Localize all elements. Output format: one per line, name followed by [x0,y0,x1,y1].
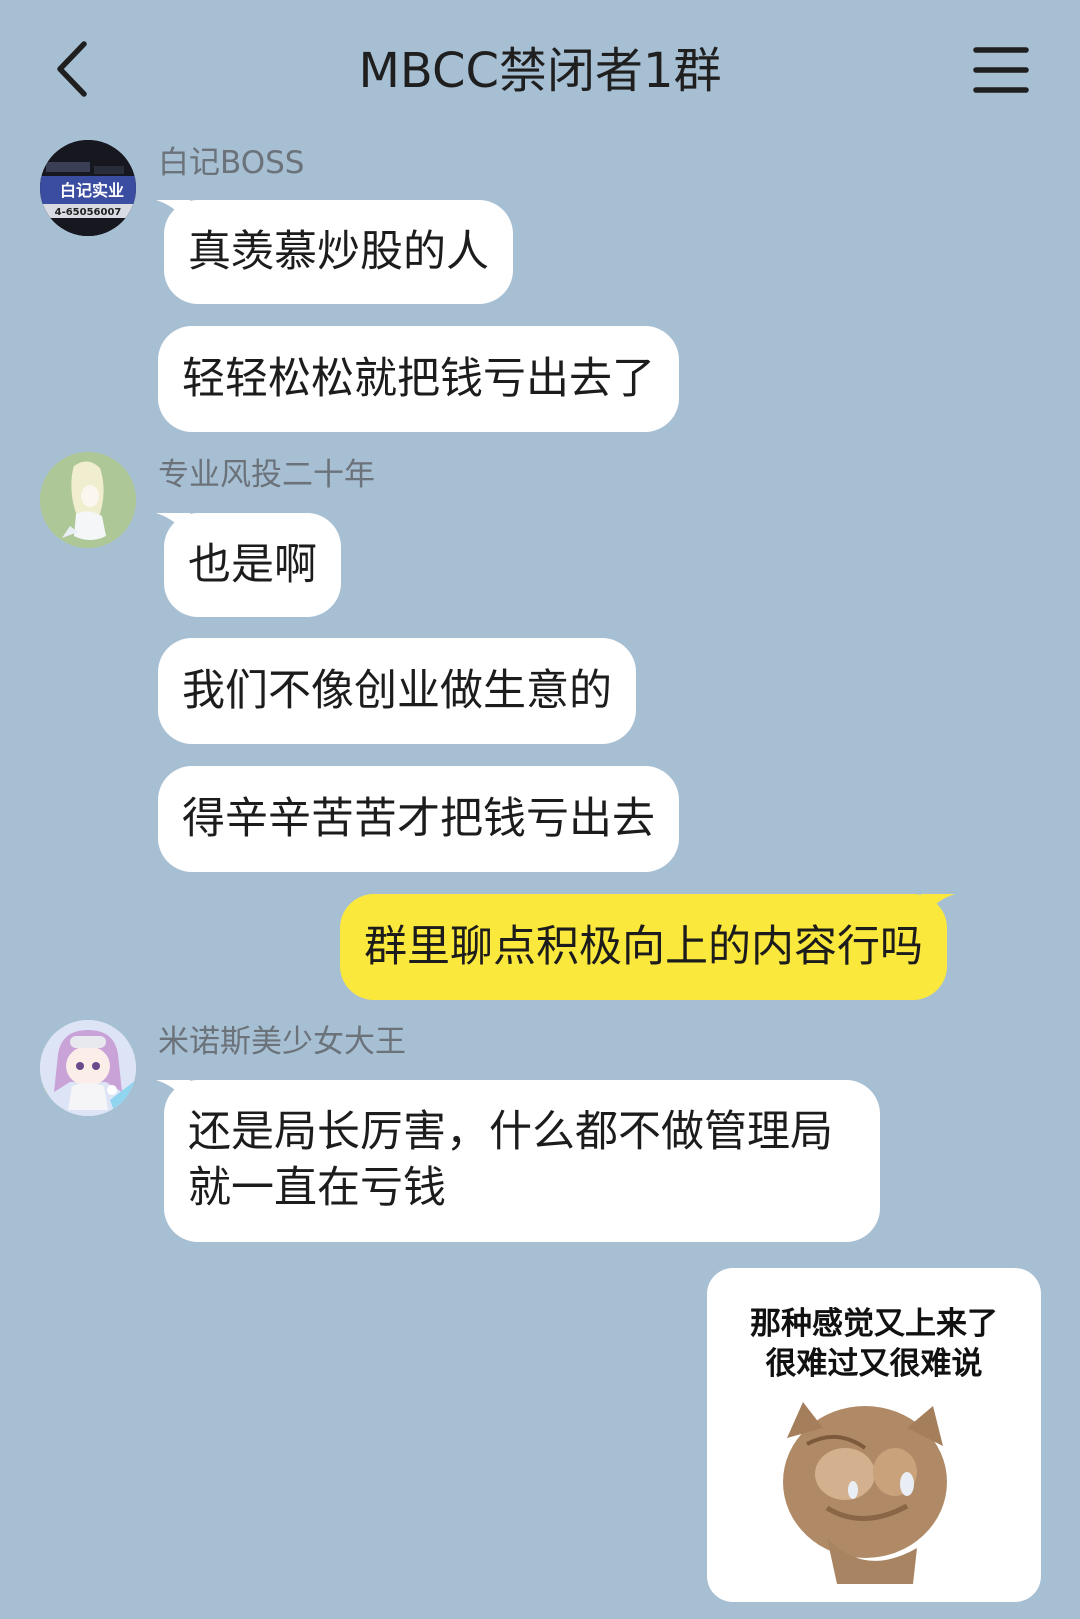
bubble-tail [156,513,190,539]
message-text: 真羡慕炒股的人 [188,227,489,277]
message-bubble[interactable]: 还是局长厉害，什么都不做管理局就一直在亏钱 [156,1080,880,1242]
sticker-caption-line: 很难过又很难说 [765,1346,983,1382]
avatar-sign-phone: 4-65056007 [55,207,122,218]
menu-button[interactable] [970,40,1036,100]
message-text: 轻轻松松就把钱亏出去了 [182,354,655,404]
chibi-girl-avatar-image [40,1020,136,1116]
anime-girl-avatar-image [40,452,136,548]
back-button[interactable] [46,34,106,104]
avatar-zhuanye-fengtou[interactable] [40,452,136,548]
avatar-minos-meishaonu[interactable] [40,1020,136,1116]
sender-name: 白记BOSS [158,145,305,181]
message-text: 我们不像创业做生意的 [182,666,612,716]
chevron-left-icon [57,41,87,97]
message-text: 还是局长厉害，什么都不做管理局就一直在亏钱 [188,1107,833,1213]
message-text: 得辛辛苦苦才把钱亏出去 [182,794,655,844]
chat-header: MBCC禁闭者1群 [0,0,1080,140]
hamburger-menu-icon [973,47,1029,93]
store-sign-avatar-image: 白记实业 4-65056007 [40,140,136,236]
bubble-tail [156,1080,190,1106]
message-bubble[interactable]: 真羡慕炒股的人 [156,200,513,304]
message-text: 群里聊点积极向上的内容行吗 [364,922,923,972]
sender-name: 专业风投二十年 [158,457,375,493]
crying-cat-sticker [783,1402,947,1584]
message-bubble-outgoing[interactable]: 群里聊点积极向上的内容行吗 [340,894,955,1000]
sticker-caption-line: 那种感觉又上来了 [750,1306,998,1342]
sender-name: 米诺斯美少女大王 [158,1024,406,1060]
message-bubble[interactable]: 得辛辛苦苦才把钱亏出去 [158,766,679,872]
sticker-caption: 那种感觉又上来了 很难过又很难说 [707,1304,1041,1384]
bubble-tail [921,894,955,920]
chat-title: MBCC禁闭者1群 [358,43,722,99]
message-bubble[interactable]: 也是啊 [156,513,341,617]
bubble-tail [156,200,190,226]
message-bubble[interactable]: 轻轻松松就把钱亏出去了 [158,326,679,432]
avatar-baiji-boss[interactable]: 白记实业 4-65056007 [40,140,136,236]
sticker-message[interactable]: 那种感觉又上来了 很难过又很难说 [707,1268,1041,1602]
message-bubble[interactable]: 我们不像创业做生意的 [158,638,636,744]
message-text: 也是啊 [188,540,317,590]
avatar-sign-text: 白记实业 [60,181,124,200]
